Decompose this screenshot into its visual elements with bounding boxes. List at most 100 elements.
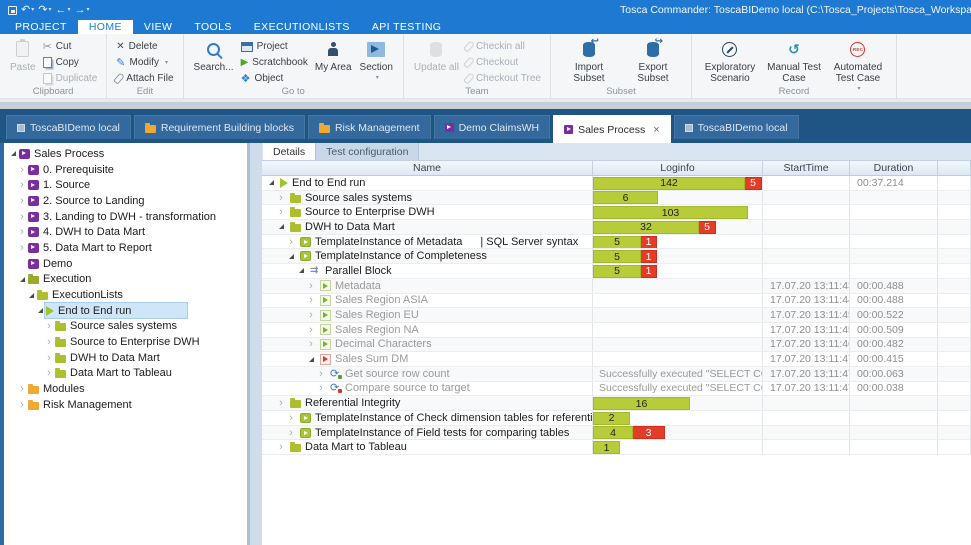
tree-item-0-prerequisite[interactable]: 0. Prerequisite (4, 162, 247, 178)
manual-test-case-button[interactable]: ↺Manual Test Case (762, 37, 826, 85)
column-header-duration[interactable]: Duration (850, 161, 938, 175)
exploratory-scenario-button[interactable]: Exploratory Scenario (698, 37, 762, 85)
table-row-get-source-row-count[interactable]: ⟳Get source row countSuccessfully execut… (262, 367, 971, 382)
collapse-arrow-icon[interactable] (266, 180, 276, 185)
tree-item-risk-management[interactable]: Risk Management (4, 397, 247, 413)
table-row-parallel-block[interactable]: ⇉Parallel Block51 (262, 264, 971, 279)
expand-arrow-icon[interactable] (17, 400, 27, 410)
tree-item-dwh-to-data-mart[interactable]: DWH to Data Mart (4, 350, 247, 366)
menu-tab-home[interactable]: HOME (78, 20, 133, 34)
undo-icon[interactable]: ↶▾ (21, 5, 34, 16)
expand-arrow-icon[interactable] (286, 428, 296, 438)
collapse-arrow-icon[interactable] (296, 268, 306, 273)
collapse-arrow-icon[interactable] (8, 151, 18, 156)
menu-tab-api-testing[interactable]: API TESTING (361, 20, 453, 34)
table-row-source-sales-systems[interactable]: Source sales systems6 (262, 191, 971, 206)
delete-button[interactable]: ✕Delete (113, 39, 176, 54)
expand-arrow-icon[interactable] (286, 237, 296, 247)
menu-tab-project[interactable]: PROJECT (4, 20, 78, 34)
expand-arrow-icon[interactable] (44, 368, 54, 378)
collapse-arrow-icon[interactable] (276, 224, 286, 229)
project-button[interactable]: Project (238, 39, 311, 54)
expand-arrow-icon[interactable] (17, 243, 27, 253)
expand-arrow-icon[interactable] (316, 369, 326, 379)
panel-splitter[interactable] (247, 143, 262, 545)
expand-arrow-icon[interactable] (306, 310, 316, 320)
expand-arrow-icon[interactable] (306, 295, 316, 305)
copy-button[interactable]: Copy (40, 55, 101, 70)
column-header-starttime[interactable]: StartTime (763, 161, 850, 175)
expand-arrow-icon[interactable] (44, 353, 54, 363)
menu-tab-view[interactable]: VIEW (133, 20, 183, 34)
expand-arrow-icon[interactable] (276, 207, 286, 217)
table-row-data-mart-to-tableau[interactable]: Data Mart to Tableau1 (262, 440, 971, 455)
expand-arrow-icon[interactable] (306, 325, 316, 335)
doc-tab-demo-claimswh[interactable]: Demo ClaimsWH (434, 115, 551, 139)
forward-icon[interactable]: →▾ (74, 5, 89, 16)
doc-tab-requirement-building-blocks[interactable]: Requirement Building blocks (134, 115, 305, 139)
cut-button[interactable]: ✂Cut (40, 39, 101, 54)
tree-item-source-sales-systems[interactable]: Source sales systems (4, 319, 247, 335)
doc-tab-toscabidemo-local[interactable]: ToscaBIDemo local (674, 115, 799, 139)
collapse-arrow-icon[interactable] (17, 277, 27, 282)
tree-item-5-data-mart-to-report[interactable]: 5. Data Mart to Report (4, 240, 247, 256)
doc-tab-risk-management[interactable]: Risk Management (308, 115, 431, 139)
collapse-arrow-icon[interactable] (306, 357, 316, 362)
expand-arrow-icon[interactable] (17, 227, 27, 237)
update-all-button[interactable]: Update all (410, 37, 463, 74)
section-button[interactable]: Section▾ (356, 37, 397, 85)
table-row-dwh-to-data-mart[interactable]: DWH to Data Mart325 (262, 220, 971, 235)
menu-tab-executionlists[interactable]: EXECUTIONLISTS (243, 20, 361, 34)
tree-item-executionlists[interactable]: ExecutionLists (4, 287, 247, 303)
table-row-source-to-enterprise-dwh[interactable]: Source to Enterprise DWH103 (262, 205, 971, 220)
table-row-metadata[interactable]: Metadata17.07.20 13:11:4300:00.488 (262, 279, 971, 294)
expand-arrow-icon[interactable] (17, 180, 27, 190)
expand-arrow-icon[interactable] (306, 339, 316, 349)
table-row-sales-sum-dm[interactable]: Sales Sum DM17.07.20 13:11:4700:00.415 (262, 352, 971, 367)
tab-test-configuration[interactable]: Test configuration (316, 143, 419, 160)
checkin-all-button[interactable]: Checkin all (463, 39, 544, 54)
import-subset-button[interactable]: Import Subset (557, 37, 621, 85)
table-row-templateinstance-of-completeness[interactable]: TemplateInstance of Completeness51 (262, 249, 971, 264)
tree-item-modules[interactable]: Modules (4, 381, 247, 397)
expand-arrow-icon[interactable] (276, 193, 286, 203)
expand-arrow-icon[interactable] (17, 212, 27, 222)
search-button[interactable]: Search... (190, 37, 238, 74)
doc-tab-toscabidemo-local[interactable]: ToscaBIDemo local (6, 115, 131, 139)
table-row-sales-region-asia[interactable]: Sales Region ASIA17.07.20 13:11:4400:00.… (262, 294, 971, 309)
collapse-arrow-icon[interactable] (26, 293, 36, 298)
table-row-referential-integrity[interactable]: Referential Integrity16 (262, 396, 971, 411)
export-subset-button[interactable]: Export Subset (621, 37, 685, 85)
tree-item-execution[interactable]: Execution (4, 272, 247, 288)
tab-details[interactable]: Details (263, 143, 316, 160)
menu-tab-tools[interactable]: TOOLS (183, 20, 242, 34)
collapse-arrow-icon[interactable] (35, 308, 45, 313)
checkout-tree-button[interactable]: Checkout Tree (463, 71, 544, 86)
table-row-templateinstance-of-field-tests-for-comparing-tables[interactable]: TemplateInstance of Field tests for comp… (262, 426, 971, 441)
expand-arrow-icon[interactable] (276, 442, 286, 452)
save-icon[interactable] (8, 6, 17, 15)
table-row-end-to-end-run[interactable]: End to End run142500:37.214 (262, 176, 971, 191)
duplicate-button[interactable]: Duplicate (40, 71, 101, 86)
expand-arrow-icon[interactable] (44, 321, 54, 331)
tree-item-source-to-enterprise-dwh[interactable]: Source to Enterprise DWH (4, 334, 247, 350)
modify-button[interactable]: ✎Modify▾ (113, 55, 176, 70)
doc-tab-sales-process[interactable]: Sales Process× (553, 115, 671, 143)
table-row-templateinstance-of-check-dimension-tables-for-referential-int[interactable]: TemplateInstance of Check dimension tabl… (262, 411, 971, 426)
expand-arrow-icon[interactable] (44, 337, 54, 347)
tree-item-2-source-to-landing[interactable]: 2. Source to Landing (4, 193, 247, 209)
column-header-loginfo[interactable]: Loginfo (593, 161, 763, 175)
table-row-sales-region-na[interactable]: Sales Region NA17.07.20 13:11:4500:00.50… (262, 323, 971, 338)
expand-arrow-icon[interactable] (276, 398, 286, 408)
tree-item-3-landing-to-dwh-transformation[interactable]: 3. Landing to DWH - transformation (4, 209, 247, 225)
table-row-sales-region-eu[interactable]: Sales Region EU17.07.20 13:11:4500:00.52… (262, 308, 971, 323)
tree-item-sales-process[interactable]: Sales Process (4, 146, 247, 162)
back-icon[interactable]: ←▾ (55, 5, 70, 16)
attach-file-button[interactable]: Attach File (113, 71, 176, 86)
scratchbook-button[interactable]: ▶Scratchbook (238, 55, 311, 70)
expand-arrow-icon[interactable] (17, 165, 27, 175)
expand-arrow-icon[interactable] (286, 413, 296, 423)
tree-item-4-dwh-to-data-mart[interactable]: 4. DWH to Data Mart (4, 224, 247, 240)
paste-button[interactable]: Paste (6, 37, 40, 74)
table-row-compare-source-to-target[interactable]: ⟳Compare source to targetSuccessfully ex… (262, 382, 971, 397)
